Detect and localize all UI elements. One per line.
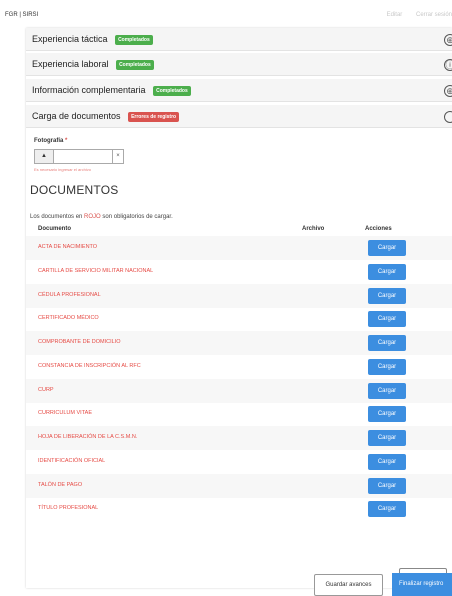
brand-title: FGR | SIRSI	[5, 12, 39, 18]
required-mark: *	[65, 138, 68, 144]
document-name: CURRICULUM VITAE	[38, 410, 92, 417]
column-header-archivo: Archivo	[302, 226, 325, 232]
document-name: TALÓN DE PAGO	[38, 481, 83, 488]
document-name: TÍTULO PROFESIONAL	[38, 505, 99, 512]
document-name: CURP	[38, 386, 54, 393]
section-title: Carga de documentos	[32, 111, 121, 121]
column-header-documento: Documento	[38, 226, 71, 232]
top-bar: FGR | SIRSI Editar Cerrar sesión	[0, 0, 452, 28]
table-row: CURRICULUM VITAE Cargar	[26, 402, 452, 426]
column-header-acciones: Acciones	[365, 226, 392, 232]
logout-link[interactable]: Cerrar sesión	[416, 12, 452, 18]
clear-icon[interactable]: ×	[112, 150, 123, 163]
upload-button[interactable]: Cargar	[368, 382, 406, 399]
table-row: CONSTANCIA DE INSCRIPCIÓN AL RFC Cargar	[26, 355, 452, 379]
document-name: HOJA DE LIBERACIÓN DE LA C.S.M.N.	[38, 434, 138, 440]
document-name: IDENTIFICACIÓN OFICIAL	[38, 457, 106, 464]
table-row: CÉDULA PROFESIONAL Cargar	[26, 283, 452, 308]
collapse-icon[interactable]	[444, 111, 452, 123]
top-links: Editar Cerrar sesión	[375, 12, 452, 18]
section-title: Experiencia laboral	[32, 59, 109, 69]
info-icon[interactable]: ⓘ	[444, 59, 452, 71]
upload-button[interactable]: Cargar	[368, 406, 406, 423]
upload-button[interactable]: Cargar	[368, 358, 406, 375]
table-row: COMPROBANTE DE DOMICILIO Cargar	[26, 331, 452, 355]
section-title: Información complementaria	[32, 85, 146, 95]
table-row: TALÓN DE PAGO Cargar	[26, 473, 452, 498]
table-row: IDENTIFICACIÓN OFICIAL Cargar	[26, 450, 452, 474]
upload-button[interactable]: Cargar	[368, 287, 406, 304]
documents-note: Los documentos en ROJO son obligatorios …	[30, 214, 173, 220]
photo-error-hint: Es necesario ingresar el archivo	[34, 167, 91, 172]
section-informacion-complementaria[interactable]: Información complementaria Completados ⊕	[26, 79, 452, 102]
document-name: CÉDULA PROFESIONAL	[38, 291, 101, 298]
status-badge: Completados	[115, 35, 153, 45]
documents-heading: DOCUMENTOS	[30, 183, 119, 197]
table-row: CURP Cargar	[26, 378, 452, 403]
section-experiencia-laboral[interactable]: Experiencia laboral Completados ⓘ	[26, 53, 452, 76]
document-name: ACTA DE NACIMIENTO	[38, 244, 98, 250]
upload-button[interactable]: Cargar	[368, 335, 406, 351]
section-experiencia-tactica[interactable]: Experiencia táctica Completados ⊕	[26, 28, 452, 51]
upload-button[interactable]: Cargar	[368, 453, 406, 470]
status-badge: Completados	[153, 86, 191, 96]
table-row: CERTIFICADO MÉDICO Cargar	[26, 307, 452, 331]
save-progress-button[interactable]: Guardar avances	[314, 574, 383, 596]
upload-icon[interactable]: ▲	[35, 150, 54, 163]
upload-button[interactable]: Cargar	[368, 263, 406, 280]
photo-label: Fotografía *	[34, 138, 68, 144]
section-title: Experiencia táctica	[32, 34, 108, 44]
upload-button[interactable]: Cargar	[368, 501, 406, 518]
document-name: COMPROBANTE DE DOMICILIO	[38, 339, 121, 345]
table-row: CARTILLA DE SERVICIO MILITAR NACIONAL Car…	[26, 260, 452, 284]
table-row: ACTA DE NACIMIENTO Cargar	[26, 236, 452, 260]
status-badge: Completados	[116, 60, 154, 70]
upload-button[interactable]: Cargar	[368, 477, 406, 494]
expand-icon[interactable]: ⊕	[444, 34, 452, 46]
edit-link[interactable]: Editar	[387, 12, 403, 18]
upload-button[interactable]: Cargar	[368, 430, 406, 446]
document-name: CERTIFICADO MÉDICO	[38, 315, 99, 322]
upload-button[interactable]: Cargar	[368, 240, 406, 256]
document-name: CARTILLA DE SERVICIO MILITAR NACIONAL	[38, 267, 154, 274]
table-row: TÍTULO PROFESIONAL Cargar	[26, 497, 452, 521]
table-row: HOJA DE LIBERACIÓN DE LA C.S.M.N. Cargar	[26, 426, 452, 450]
finish-registration-button[interactable]: Finalizar registro	[392, 573, 452, 596]
note-red-word: ROJO	[84, 214, 101, 220]
section-carga-documentos[interactable]: Carga de documentos Errores de registro	[26, 105, 452, 128]
expand-icon[interactable]: ⊕	[444, 85, 452, 97]
upload-button[interactable]: Cargar	[368, 311, 406, 328]
document-name: CONSTANCIA DE INSCRIPCIÓN AL RFC	[38, 362, 141, 369]
photo-file-input[interactable]: ▲ ×	[34, 149, 124, 164]
error-badge: Errores de registro	[128, 112, 180, 122]
